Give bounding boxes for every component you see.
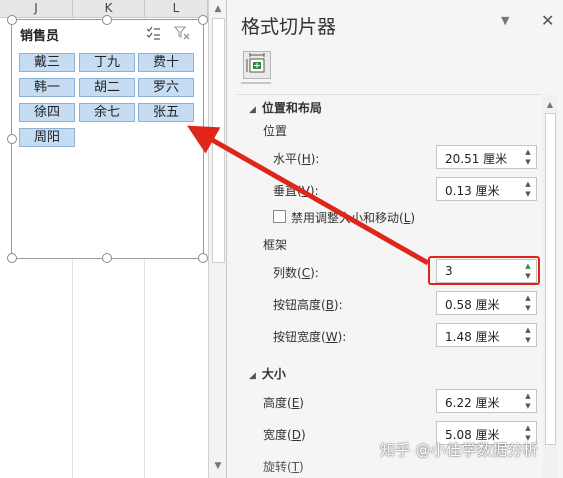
vertical-stepper[interactable]: 0.13 厘米 ▲ ▼: [436, 177, 537, 201]
rotate-label: 旋转(T): [263, 460, 304, 474]
slicer-item[interactable]: 余七: [79, 103, 135, 122]
column-header-l[interactable]: L: [145, 0, 208, 18]
resize-handle[interactable]: [7, 134, 17, 144]
spin-down-icon[interactable]: ▼: [523, 402, 533, 411]
scroll-up-icon[interactable]: ▲: [544, 99, 556, 111]
scroll-thumb[interactable]: [212, 18, 225, 263]
button-width-value: 1.48 厘米: [445, 330, 500, 344]
slicer-item[interactable]: 韩一: [19, 78, 75, 97]
tab-underline: [241, 82, 271, 84]
slicer-item[interactable]: 胡二: [79, 78, 135, 97]
sheet-scrollbar[interactable]: ▲ ▼: [208, 0, 227, 478]
horizontal-value: 20.51 厘米: [445, 152, 508, 166]
button-height-stepper[interactable]: 0.58 厘米 ▲ ▼: [436, 291, 537, 315]
vertical-value: 0.13 厘米: [445, 184, 500, 198]
collapse-icon: ◢: [249, 105, 256, 115]
spin-down-icon[interactable]: ▼: [523, 336, 533, 345]
button-width-stepper[interactable]: 1.48 厘米 ▲ ▼: [436, 323, 537, 347]
columns-label: 列数(C):: [273, 266, 319, 280]
section-position-layout[interactable]: ◢ 位置和布局: [249, 99, 322, 116]
multi-select-icon[interactable]: [146, 26, 160, 40]
watermark: 知乎 @小佳学数据分析: [380, 441, 539, 459]
group-position: 位置: [263, 124, 288, 138]
resize-handle[interactable]: [7, 253, 17, 263]
slicer-item[interactable]: 丁九: [79, 53, 135, 72]
spin-up-icon[interactable]: ▲: [523, 424, 533, 433]
pane-scrollbar[interactable]: ▲: [543, 95, 557, 478]
size-properties-icon: [246, 53, 265, 73]
height-label: 高度(E): [263, 396, 304, 410]
clear-filter-icon[interactable]: [174, 26, 190, 40]
button-width-label: 按钮宽度(W):: [273, 330, 347, 344]
section-size[interactable]: ◢ 大小: [249, 365, 286, 382]
scroll-up-icon[interactable]: ▲: [212, 3, 224, 15]
spin-down-icon[interactable]: ▼: [523, 304, 533, 313]
divider: [237, 94, 541, 95]
resize-handle[interactable]: [198, 134, 208, 144]
pane-options-icon[interactable]: ▼: [501, 14, 509, 27]
height-stepper[interactable]: 6.22 厘米 ▲ ▼: [436, 389, 537, 413]
slicer-item[interactable]: 张五: [138, 103, 194, 122]
spin-up-icon[interactable]: ▲: [523, 326, 533, 335]
slicer-item[interactable]: 罗六: [138, 78, 194, 97]
annotation-highlight-box: [428, 256, 540, 285]
spin-up-icon[interactable]: ▲: [523, 180, 533, 189]
section-label: 大小: [261, 367, 286, 381]
resize-handle[interactable]: [7, 15, 17, 25]
height-value: 6.22 厘米: [445, 396, 500, 410]
resize-handle[interactable]: [102, 253, 112, 263]
slicer-item[interactable]: 费十: [138, 53, 194, 72]
disable-resize-label[interactable]: 禁用调整大小和移动(L): [291, 209, 415, 226]
horizontal-stepper[interactable]: 20.51 厘米 ▲ ▼: [436, 145, 537, 169]
group-frame: 框架: [263, 238, 288, 252]
slicer-title: 销售员: [20, 29, 60, 44]
scroll-down-icon[interactable]: ▼: [212, 460, 224, 472]
worksheet[interactable]: J K L 销售员 戴三 丁九 费十 韩一 胡二 罗六 徐四 余七 张五 周阳: [0, 0, 208, 478]
vertical-label: 垂直(V):: [273, 184, 319, 198]
button-height-label: 按钮高度(B):: [273, 298, 343, 312]
close-icon[interactable]: ✕: [541, 11, 554, 30]
resize-handle[interactable]: [198, 15, 208, 25]
slicer-item[interactable]: 周阳: [19, 128, 75, 147]
scroll-thumb[interactable]: [545, 113, 556, 445]
spin-up-icon[interactable]: ▲: [523, 392, 533, 401]
resize-handle[interactable]: [102, 15, 112, 25]
slicer-item[interactable]: 徐四: [19, 103, 75, 122]
format-slicer-pane: 格式切片器 ▼ ✕ ◢ 位置和布局 位置 水平(H): 20.51 厘米 ▲ ▼ …: [227, 0, 563, 478]
disable-resize-checkbox[interactable]: [273, 210, 286, 223]
width-label: 宽度(D): [263, 428, 306, 442]
spin-down-icon[interactable]: ▼: [523, 190, 533, 199]
section-label: 位置和布局: [261, 101, 322, 115]
pane-title: 格式切片器: [241, 16, 337, 38]
collapse-icon: ◢: [249, 371, 256, 381]
size-properties-tab[interactable]: [243, 51, 271, 79]
spin-down-icon[interactable]: ▼: [523, 158, 533, 167]
resize-handle[interactable]: [198, 253, 208, 263]
horizontal-label: 水平(H):: [273, 152, 320, 166]
button-height-value: 0.58 厘米: [445, 298, 500, 312]
spin-up-icon[interactable]: ▲: [523, 294, 533, 303]
spin-up-icon[interactable]: ▲: [523, 148, 533, 157]
salesperson-slicer[interactable]: 销售员 戴三 丁九 费十 韩一 胡二 罗六 徐四 余七 张五 周阳: [11, 19, 204, 259]
slicer-item[interactable]: 戴三: [19, 53, 75, 72]
